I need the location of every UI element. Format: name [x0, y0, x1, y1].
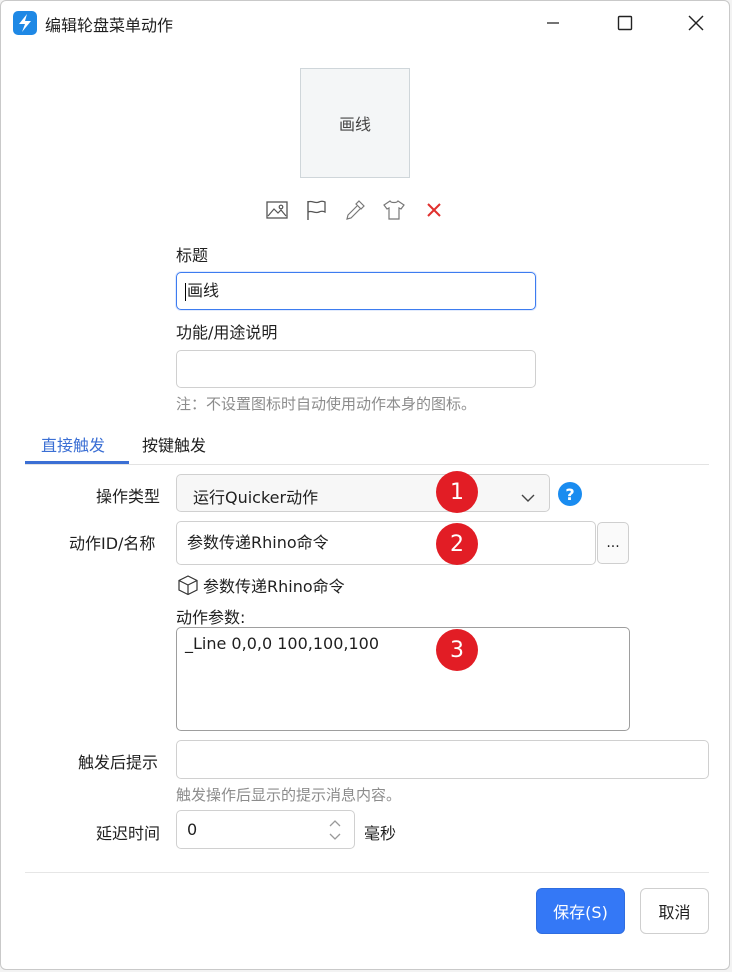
title-bar: 编辑轮盘菜单动作 — [1, 1, 729, 45]
op-type-select[interactable]: 运行Quicker动作 — [176, 474, 550, 512]
action-id-label: 动作ID/名称 — [69, 534, 156, 553]
app-logo-icon — [13, 11, 37, 35]
delay-label: 延迟时间 — [96, 824, 161, 843]
delay-value: 0 — [187, 820, 198, 839]
maximize-button[interactable] — [607, 9, 643, 37]
after-tip-hint: 触发操作后显示的提示消息内容。 — [176, 786, 402, 804]
action-link[interactable]: 参数传递Rhino命令 — [176, 573, 345, 597]
eyedropper-icon[interactable] — [342, 197, 368, 223]
tab-hotkey-trigger[interactable]: 按键触发 — [142, 432, 206, 456]
annotation-badge-3: 3 — [436, 629, 478, 671]
stepper-arrows-icon[interactable] — [328, 817, 342, 847]
browse-action-button[interactable]: ... — [597, 522, 629, 564]
cancel-button[interactable]: 取消 — [640, 888, 709, 934]
params-textarea[interactable]: _Line 0,0,0 100,100,100 — [176, 627, 630, 731]
annotation-badge-1: 1 — [436, 471, 478, 513]
tabs-divider — [25, 464, 709, 465]
chevron-down-icon — [521, 488, 535, 507]
window-title: 编辑轮盘菜单动作 — [45, 16, 174, 35]
op-type-label: 操作类型 — [96, 487, 161, 506]
text-cursor — [185, 282, 186, 301]
tshirt-icon[interactable] — [381, 197, 407, 223]
description-input[interactable] — [176, 350, 536, 388]
title-input-value: 画线 — [187, 281, 220, 300]
description-label: 功能/用途说明 — [176, 323, 278, 342]
cube-icon — [178, 575, 198, 596]
params-label: 动作参数: — [176, 608, 246, 627]
delay-stepper[interactable]: 0 — [176, 810, 355, 849]
minimize-button[interactable] — [535, 9, 571, 37]
footer-divider — [25, 872, 709, 873]
dialog-window: 编辑轮盘菜单动作 画线 标题 画线 功能/用途说明 注：不设置图标时自动使用动作… — [0, 0, 730, 970]
action-id-input[interactable]: 参数传递Rhino命令 — [176, 521, 596, 565]
action-link-label: 参数传递Rhino命令 — [203, 577, 345, 596]
tab-direct-trigger[interactable]: 直接触发 — [41, 432, 105, 456]
delay-unit: 毫秒 — [364, 824, 397, 843]
close-window-button[interactable] — [678, 9, 714, 37]
after-tip-label: 触发后提示 — [78, 753, 159, 772]
help-icon[interactable]: ? — [558, 482, 582, 506]
image-icon[interactable] — [264, 197, 290, 223]
delete-icon[interactable] — [421, 197, 447, 223]
icon-preview[interactable]: 画线 — [300, 68, 410, 178]
op-type-value: 运行Quicker动作 — [193, 488, 319, 507]
title-label: 标题 — [176, 246, 209, 265]
after-tip-input[interactable] — [176, 740, 709, 779]
active-tab-indicator — [25, 461, 129, 464]
annotation-badge-2: 2 — [436, 523, 478, 565]
save-button[interactable]: 保存(S) — [536, 888, 625, 934]
flag-icon[interactable] — [303, 197, 329, 223]
title-input[interactable]: 画线 — [176, 272, 536, 310]
icon-note: 注：不设置图标时自动使用动作本身的图标。 — [176, 395, 477, 413]
